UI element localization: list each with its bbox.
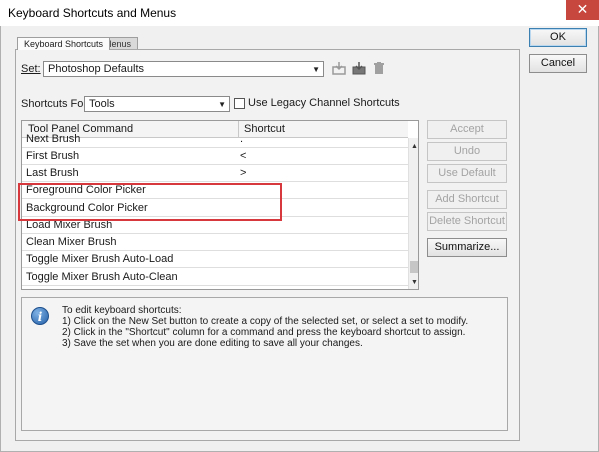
shortcuts-for-value: Tools bbox=[89, 98, 115, 110]
ok-button[interactable]: OK bbox=[529, 28, 587, 47]
command-cell: Toggle Mixer Brush Auto-Clean bbox=[26, 271, 178, 283]
command-cell: Next Brush bbox=[26, 133, 81, 145]
title-bar: Keyboard Shortcuts and Menus ✕ bbox=[0, 0, 599, 26]
table-row[interactable]: Last Brush > bbox=[22, 165, 408, 182]
accept-button[interactable]: Accept bbox=[427, 120, 507, 139]
tab-label: Keyboard Shortcuts bbox=[24, 39, 104, 49]
shortcuts-for-label: Shortcuts For: bbox=[21, 98, 91, 110]
instruction-line: To edit keyboard shortcuts: bbox=[62, 305, 182, 316]
tab-keyboard-shortcuts[interactable]: Keyboard Shortcuts bbox=[17, 37, 111, 50]
table-row[interactable]: Next Brush . bbox=[22, 131, 408, 148]
add-shortcut-button[interactable]: Add Shortcut bbox=[427, 190, 507, 209]
cancel-button[interactable]: Cancel bbox=[529, 54, 587, 73]
shortcut-cell[interactable]: > bbox=[240, 165, 246, 181]
command-cell: Clean Mixer Brush bbox=[26, 236, 117, 248]
table-row[interactable]: Clean Mixer Brush bbox=[22, 234, 408, 251]
close-button[interactable]: ✕ bbox=[566, 0, 599, 20]
set-label: Set: bbox=[21, 63, 41, 75]
summarize-button[interactable]: Summarize... bbox=[427, 238, 507, 257]
window-title: Keyboard Shortcuts and Menus bbox=[8, 6, 177, 20]
delete-shortcut-button[interactable]: Delete Shortcut bbox=[427, 212, 507, 231]
shortcuts-for-select[interactable]: Tools ▼ bbox=[84, 96, 230, 112]
instruction-line: 2) Click in the "Shortcut" column for a … bbox=[62, 327, 466, 338]
table-scrollbar[interactable]: ▲ ▼ bbox=[408, 138, 418, 289]
delete-set-icon[interactable] bbox=[372, 61, 386, 75]
close-icon: ✕ bbox=[576, 1, 589, 17]
save-set-icon[interactable] bbox=[332, 61, 346, 75]
command-cell: Toggle Mixer Brush Auto-Load bbox=[26, 253, 174, 265]
command-cell: First Brush bbox=[26, 150, 80, 162]
table-row[interactable]: Toggle Mixer Brush Auto-Clean bbox=[22, 269, 408, 286]
shortcut-cell[interactable]: . bbox=[240, 131, 243, 147]
set-select[interactable]: Photoshop Defaults ▼ bbox=[43, 61, 324, 77]
chevron-down-icon: ▼ bbox=[218, 100, 226, 109]
use-default-button[interactable]: Use Default bbox=[427, 164, 507, 183]
undo-button[interactable]: Undo bbox=[427, 142, 507, 161]
scroll-thumb[interactable] bbox=[410, 261, 418, 273]
instructions-box: i To edit keyboard shortcuts: 1) Click o… bbox=[21, 297, 508, 431]
highlight-annotation bbox=[18, 183, 282, 221]
info-icon: i bbox=[31, 307, 49, 325]
save-set-as-icon[interactable] bbox=[352, 61, 366, 75]
scroll-down-icon[interactable]: ▼ bbox=[409, 277, 418, 288]
command-cell: Last Brush bbox=[26, 167, 79, 179]
shortcut-cell[interactable]: < bbox=[240, 148, 246, 164]
set-value: Photoshop Defaults bbox=[48, 63, 145, 75]
table-row[interactable]: First Brush < bbox=[22, 148, 408, 165]
instruction-line: 3) Save the set when you are done editin… bbox=[62, 338, 363, 349]
legacy-channel-label: Use Legacy Channel Shortcuts bbox=[248, 97, 400, 109]
instruction-line: 1) Click on the New Set button to create… bbox=[62, 316, 469, 327]
scroll-up-icon[interactable]: ▲ bbox=[409, 141, 418, 152]
chevron-down-icon: ▼ bbox=[312, 65, 320, 74]
table-row[interactable]: Toggle Mixer Brush Auto-Load bbox=[22, 251, 408, 268]
legacy-channel-checkbox[interactable] bbox=[234, 98, 245, 109]
